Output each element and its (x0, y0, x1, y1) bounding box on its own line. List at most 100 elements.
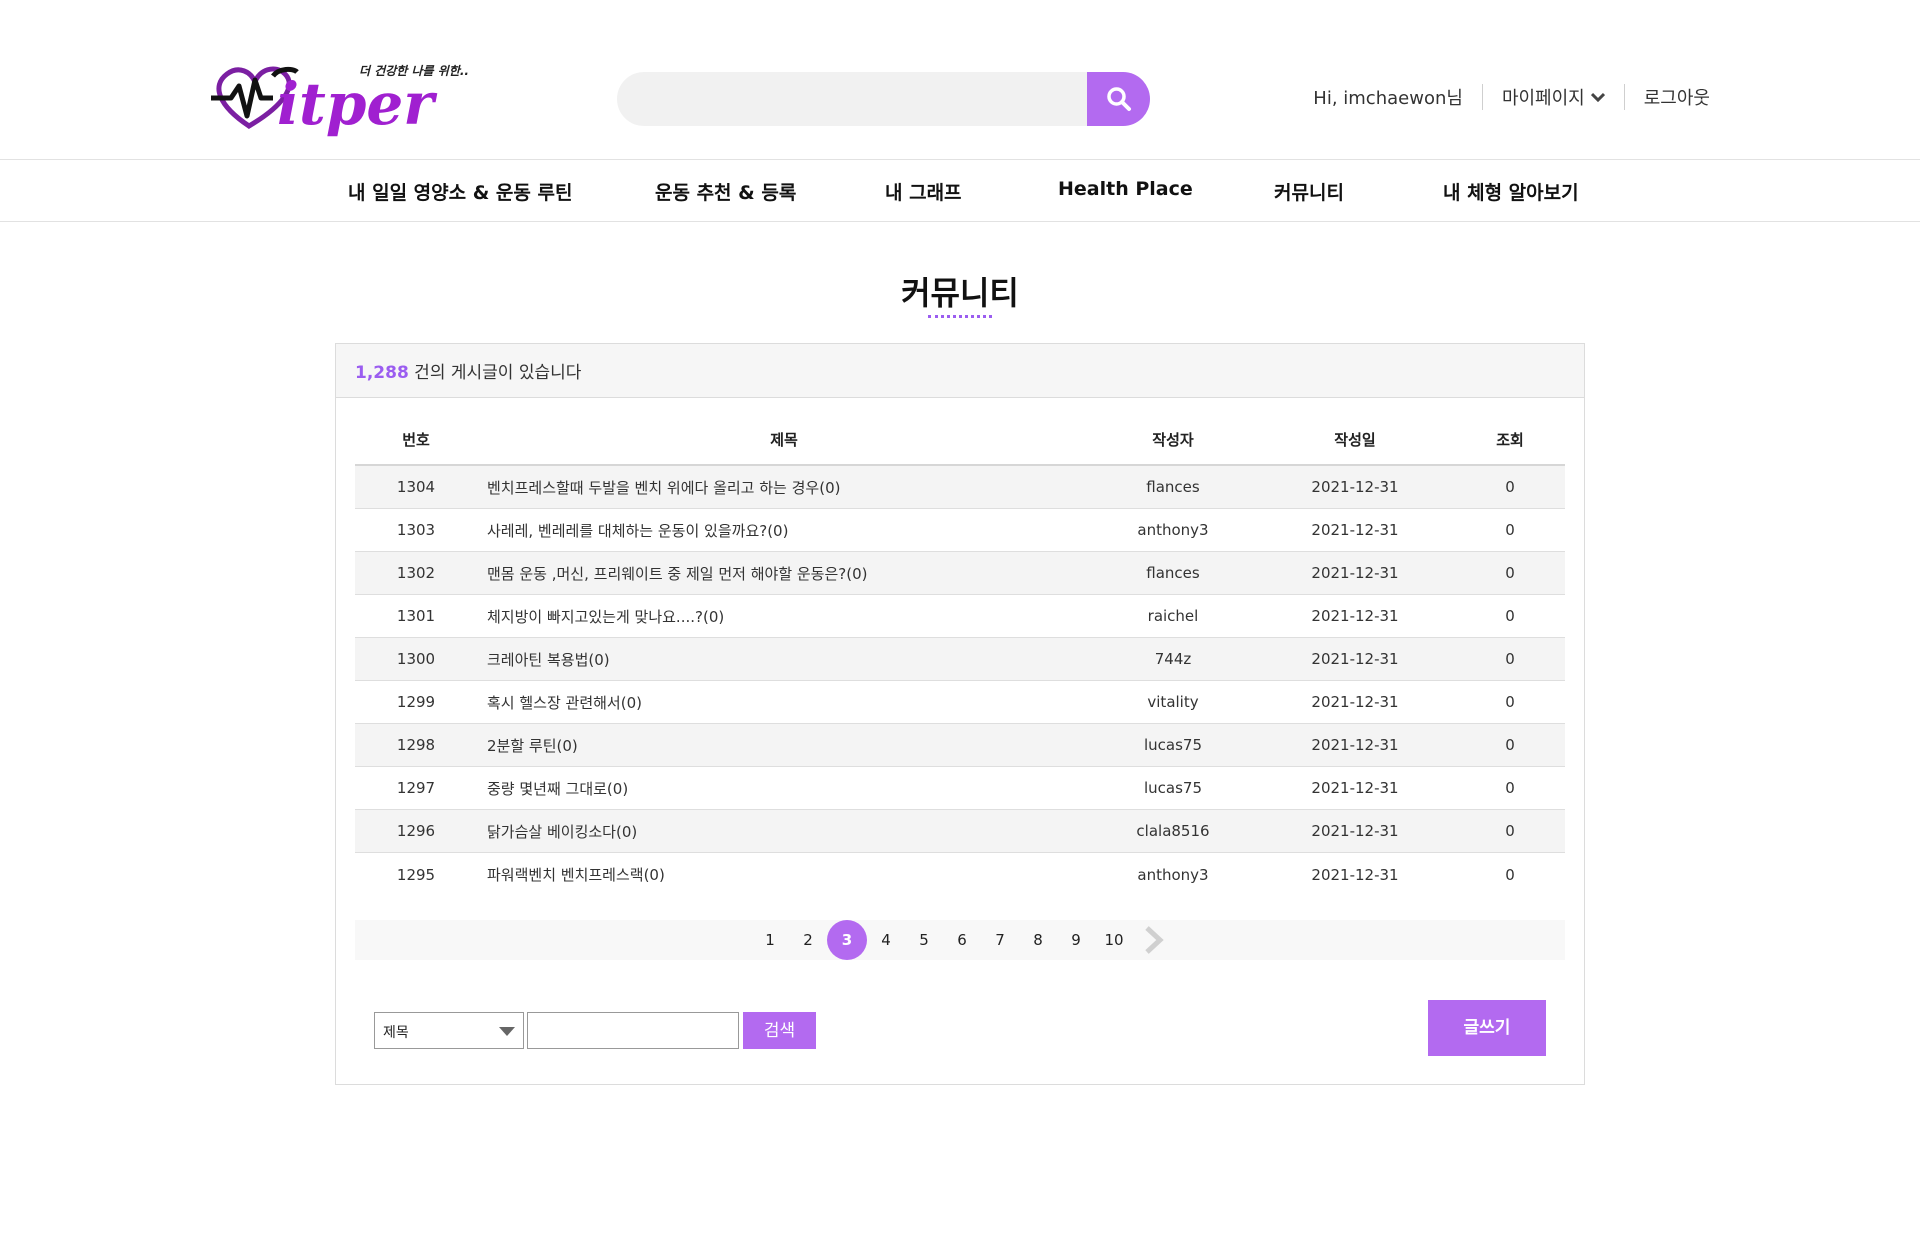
page-link[interactable]: 2 (789, 921, 827, 959)
search-icon (1106, 87, 1131, 111)
page-link[interactable]: 7 (981, 921, 1019, 959)
post-title-link[interactable]: 크레아틴 복용법(0) (477, 649, 1091, 670)
post-number: 1299 (396, 693, 436, 711)
nav-item-body-type[interactable]: 내 체형 알아보기 (1443, 178, 1579, 205)
search-button[interactable] (1087, 72, 1150, 126)
post-views: 0 (1505, 779, 1515, 797)
divider (1623, 84, 1625, 110)
post-title-link[interactable]: 벤치프레스할때 두발을 벤치 위에다 올리고 하는 경우(0) (477, 477, 1091, 498)
post-number: 1301 (396, 607, 436, 625)
post-count-bar: 1,288 건의 게시글이 있습니다 (336, 344, 1584, 398)
post-views: 0 (1505, 521, 1515, 539)
post-date: 2021-12-31 (1311, 822, 1399, 840)
page-link[interactable]: 9 (1057, 921, 1095, 959)
table-row[interactable]: 1299 혹시 헬스장 관련해서(0) vitality 2021-12-31 … (355, 681, 1565, 724)
column-header-title: 제목 (770, 430, 798, 449)
post-title-link[interactable]: 사레레, 벤레레를 대체하는 운동이 있을까요?(0) (477, 520, 1091, 541)
column-header-no: 번호 (402, 430, 430, 449)
post-date: 2021-12-31 (1311, 650, 1399, 668)
table-row[interactable]: 1304 벤치프레스할때 두발을 벤치 위에다 올리고 하는 경우(0) fla… (355, 466, 1565, 509)
post-date: 2021-12-31 (1311, 564, 1399, 582)
table-row[interactable]: 1298 2분할 루틴(0) lucas75 2021-12-31 0 (355, 724, 1565, 767)
search-field-select[interactable]: 제목 (374, 1012, 524, 1049)
mypage-label: 마이페이지 (1501, 88, 1585, 109)
post-views: 0 (1505, 650, 1515, 668)
post-author: raichel (1147, 607, 1199, 625)
post-author: vitality (1147, 693, 1199, 711)
post-author: flances (1146, 478, 1200, 496)
page-link[interactable]: 8 (1019, 921, 1057, 959)
post-date: 2021-12-31 (1311, 693, 1399, 711)
post-title-link[interactable]: 혹시 헬스장 관련해서(0) (477, 692, 1091, 713)
table-header: 번호 제목 작성자 작성일 조회 (355, 414, 1565, 466)
page-link[interactable]: 6 (943, 921, 981, 959)
post-views: 0 (1505, 693, 1515, 711)
post-views: 0 (1505, 822, 1515, 840)
table-row[interactable]: 1301 체지방이 빠지고있는게 맞나요....?(0) raichel 202… (355, 595, 1565, 638)
table-row[interactable]: 1295 파워랙벤치 벤치프레스랙(0) anthony3 2021-12-31… (355, 853, 1565, 896)
post-table: 번호 제목 작성자 작성일 조회 1304 벤치프레스할때 두발을 벤치 위에다… (355, 414, 1565, 896)
page-link[interactable]: 1 (751, 921, 789, 959)
table-row[interactable]: 1303 사레레, 벤레레를 대체하는 운동이 있을까요?(0) anthony… (355, 509, 1565, 552)
site-search (617, 72, 1150, 126)
post-number: 1296 (396, 822, 436, 840)
board-search-input[interactable] (527, 1012, 739, 1049)
post-date: 2021-12-31 (1311, 478, 1399, 496)
post-title-link[interactable]: 맨몸 운동 ,머신, 프리웨이트 중 제일 먼저 해야할 운동은?(0) (477, 563, 1091, 584)
nav-item-health-place[interactable]: Health Place (1058, 178, 1193, 200)
column-header-author: 작성자 (1152, 430, 1194, 449)
post-date: 2021-12-31 (1311, 779, 1399, 797)
page-title: 커뮤니티 (901, 274, 1019, 312)
logo-tagline: 더 건강한 나를 위한.. (359, 64, 469, 78)
fitper-logo[interactable]: itper 더 건강한 나를 위한.. (209, 58, 469, 138)
column-header-views: 조회 (1496, 430, 1524, 449)
logo-wordmark: itper (277, 70, 438, 138)
post-title-link[interactable]: 중량 몇년째 그대로(0) (477, 778, 1091, 799)
post-title-link[interactable]: 체지방이 빠지고있는게 맞나요....?(0) (477, 606, 1091, 627)
table-row[interactable]: 1296 닭가슴살 베이킹소다(0) clala8516 2021-12-31 … (355, 810, 1565, 853)
post-number: 1302 (396, 564, 436, 582)
post-author: anthony3 (1137, 865, 1209, 884)
write-post-button[interactable]: 글쓰기 (1428, 1000, 1546, 1056)
table-row[interactable]: 1300 크레아틴 복용법(0) 744z 2021-12-31 0 (355, 638, 1565, 681)
post-count: 1,288 (355, 363, 409, 383)
page-link[interactable]: 5 (905, 921, 943, 959)
chevron-right-icon (1145, 926, 1164, 954)
post-author: flances (1146, 564, 1200, 582)
divider (1481, 84, 1483, 110)
page-link[interactable]: 10 (1095, 921, 1133, 959)
user-greeting: Hi, imchaewon님 (1313, 88, 1463, 109)
post-number: 1298 (396, 736, 436, 754)
page-link[interactable]: 4 (867, 921, 905, 959)
page-link-current[interactable]: 3 (827, 920, 867, 960)
post-views: 0 (1505, 865, 1515, 884)
nav-item-exercise-recommend[interactable]: 운동 추천 & 등록 (655, 178, 796, 205)
post-author: clala8516 (1136, 822, 1210, 840)
caret-down-icon (499, 1027, 515, 1036)
nav-item-community[interactable]: 커뮤니티 (1274, 178, 1344, 205)
nav-item-my-graph[interactable]: 내 그래프 (885, 178, 962, 205)
post-title-link[interactable]: 파워랙벤치 벤치프레스랙(0) (477, 864, 1091, 885)
board-search-button[interactable]: 검색 (743, 1012, 816, 1049)
column-header-date: 작성일 (1334, 430, 1376, 449)
search-input[interactable] (617, 72, 1087, 126)
post-number: 1297 (396, 779, 436, 797)
logout-link[interactable]: 로그아웃 (1644, 84, 1710, 110)
post-title-link[interactable]: 닭가슴살 베이킹소다(0) (477, 821, 1091, 842)
post-author: anthony3 (1137, 521, 1209, 539)
nav-item-daily-routine[interactable]: 내 일일 영양소 & 운동 루틴 (348, 178, 572, 205)
post-author: lucas75 (1143, 736, 1202, 754)
table-row[interactable]: 1297 중량 몇년째 그대로(0) lucas75 2021-12-31 0 (355, 767, 1565, 810)
mypage-dropdown[interactable]: 마이페이지 (1502, 84, 1605, 110)
post-title-link[interactable]: 2분할 루틴(0) (477, 735, 1091, 756)
pagination: 1 2 3 4 5 6 7 8 9 10 (355, 920, 1565, 960)
post-number: 1300 (396, 650, 436, 668)
table-row[interactable]: 1302 맨몸 운동 ,머신, 프리웨이트 중 제일 먼저 해야할 운동은?(0… (355, 552, 1565, 595)
post-views: 0 (1505, 478, 1515, 496)
post-date: 2021-12-31 (1311, 607, 1399, 625)
post-views: 0 (1505, 736, 1515, 754)
next-page-button[interactable] (1139, 925, 1169, 955)
post-number: 1295 (396, 865, 436, 884)
post-author: 744z (1154, 650, 1192, 668)
post-date: 2021-12-31 (1311, 865, 1399, 884)
